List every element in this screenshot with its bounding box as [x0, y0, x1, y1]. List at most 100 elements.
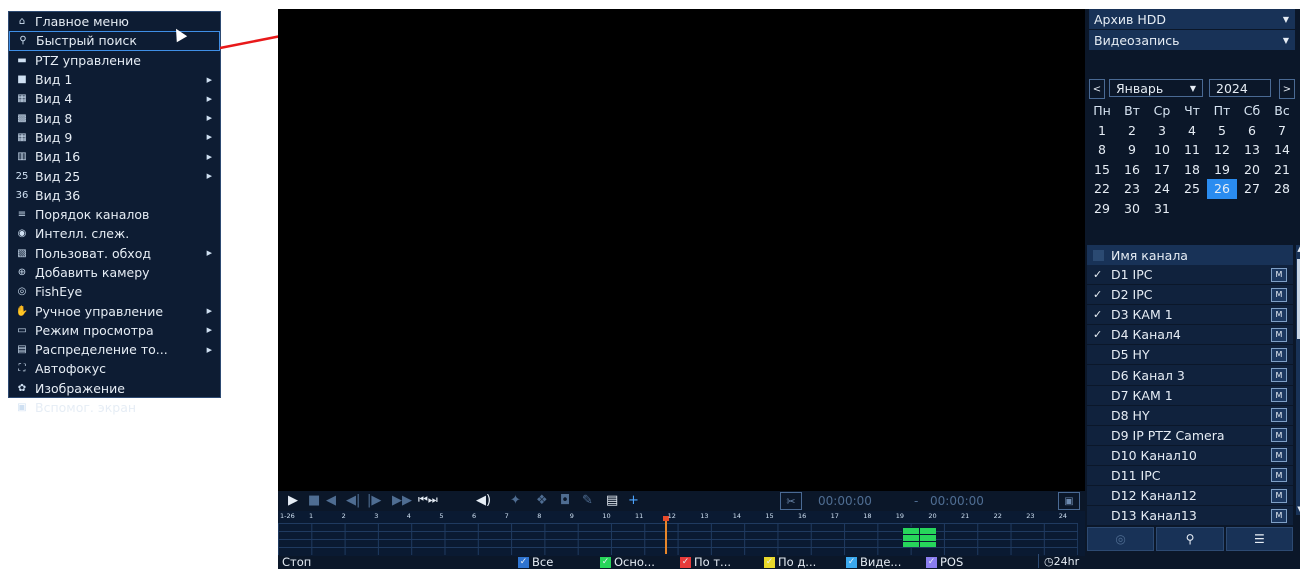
menu-item[interactable]: ▬ PTZ управление	[9, 51, 220, 70]
filter-checkbox[interactable]: ✓	[846, 556, 857, 568]
record-type-dropdown[interactable]: Видеозапись ▼	[1089, 30, 1295, 50]
scroll-down-icon[interactable]: ▼	[1296, 505, 1300, 513]
channel-row[interactable]: D13 Канал13 M	[1087, 506, 1293, 527]
menu-item[interactable]: ▩ Вид 8 ▶	[9, 108, 220, 127]
calendar-day[interactable]: 20	[1237, 160, 1267, 180]
save-icon[interactable]: ▣	[1058, 492, 1080, 510]
calendar-day-selected[interactable]: 26	[1207, 179, 1237, 199]
main-stream-badge[interactable]: M	[1271, 347, 1287, 362]
channel-row[interactable]: ✓ D4 Канал4 M	[1087, 325, 1293, 346]
search-button[interactable]: ⚲	[1156, 527, 1224, 551]
record-type-filter[interactable]: ✓ По д...	[764, 555, 816, 569]
main-stream-badge[interactable]: M	[1271, 508, 1287, 523]
calendar-day[interactable]: 21	[1267, 160, 1297, 180]
filter-checkbox[interactable]: ✓	[764, 556, 775, 568]
calendar-day[interactable]: 24	[1147, 179, 1177, 199]
calendar-day[interactable]: 11	[1177, 140, 1207, 160]
calendar-day[interactable]: 22	[1087, 179, 1117, 199]
channel-row[interactable]: D7 КАМ 1 M	[1087, 385, 1293, 406]
calendar-day[interactable]: 14	[1267, 140, 1297, 160]
play-icon[interactable]: ▶	[288, 493, 298, 508]
volume-icon[interactable]: ◀)	[476, 493, 491, 508]
channel-row[interactable]: D11 IPC M	[1087, 465, 1293, 487]
frame-step-icon[interactable]: |▶	[367, 493, 381, 508]
time-marker[interactable]	[665, 518, 667, 554]
main-stream-badge[interactable]: M	[1271, 327, 1287, 342]
channel-row[interactable]: D5 HY M	[1087, 345, 1293, 366]
channel-checkbox[interactable]: ✓	[1093, 328, 1102, 341]
pos-icon[interactable]: ▤	[606, 493, 618, 508]
snapshot-icon[interactable]: ◘	[560, 493, 570, 508]
month-dropdown[interactable]: Январь ▼	[1109, 79, 1203, 97]
slow-icon[interactable]: ◀|	[346, 493, 360, 508]
channel-row[interactable]: D6 Канал 3 M	[1087, 365, 1293, 386]
channel-checkbox[interactable]: ✓	[1093, 288, 1102, 301]
calendar-day[interactable]: 31	[1147, 199, 1177, 219]
calendar-day[interactable]: 18	[1177, 160, 1207, 180]
zoom-range-button[interactable]: ◷ 24hr	[1038, 554, 1084, 568]
main-stream-badge[interactable]: M	[1271, 287, 1287, 302]
menu-item[interactable]: ≡ Порядок каналов	[9, 205, 220, 224]
smart-play-button[interactable]: ◎	[1087, 527, 1155, 551]
menu-item[interactable]: ▤ Распределение то... ▶	[9, 340, 220, 359]
menu-item[interactable]: ✋ Ручное управление ▶	[9, 301, 220, 320]
timeline[interactable]: 1-26 1 2 3 4 5 6 7 8 9 10 11 12 13 14 15 16 17 18 19 20 21 22 2…	[278, 511, 1085, 557]
reverse-play-icon[interactable]: ◀	[326, 493, 336, 508]
calendar-day[interactable]: 1	[1087, 121, 1117, 141]
calendar-day[interactable]: 25	[1177, 179, 1207, 199]
calendar-day[interactable]: 23	[1117, 179, 1147, 199]
calendar-day[interactable]: 13	[1237, 140, 1267, 160]
filter-checkbox[interactable]: ✓	[518, 556, 529, 568]
menu-item[interactable]: ⚲ Быстрый поиск	[9, 31, 220, 51]
channel-row[interactable]: D9 IP PTZ Camera M	[1087, 425, 1293, 446]
zoom-icon[interactable]: +	[628, 493, 639, 508]
channel-row[interactable]: ✓ D1 IPC M	[1087, 265, 1293, 286]
fisheye-playback-icon[interactable]: ❖	[536, 493, 548, 508]
channel-row[interactable]: ✓ D2 IPC M	[1087, 285, 1293, 306]
tag-icon[interactable]: ✎	[582, 493, 593, 508]
main-stream-badge[interactable]: M	[1271, 267, 1287, 282]
menu-item[interactable]: ▧ Пользоват. обход ▶	[9, 244, 220, 263]
calendar-day[interactable]: 30	[1117, 199, 1147, 219]
menu-item[interactable]: 36 Вид 36	[9, 186, 220, 205]
smart-search-icon[interactable]: ✦	[510, 493, 521, 508]
main-stream-badge[interactable]: M	[1271, 307, 1287, 322]
next-month-button[interactable]: >	[1279, 79, 1295, 99]
menu-item[interactable]: ▦ Вид 4 ▶	[9, 89, 220, 108]
fast-forward-icon[interactable]: ▶▶	[392, 493, 412, 508]
record-type-filter[interactable]: ✓ POS	[926, 555, 963, 569]
scroll-up-icon[interactable]: ▲	[1296, 245, 1300, 253]
source-dropdown[interactable]: Архив HDD ▼	[1089, 9, 1295, 29]
main-stream-badge[interactable]: M	[1271, 448, 1287, 463]
record-type-filter[interactable]: ✓ По т...	[680, 555, 731, 569]
calendar-day[interactable]: 19	[1207, 160, 1237, 180]
menu-item[interactable]: ▣ Вспомог. экран	[9, 398, 220, 417]
main-stream-badge[interactable]: M	[1271, 388, 1287, 403]
calendar-day[interactable]: 29	[1087, 199, 1117, 219]
menu-item[interactable]: ■ Вид 1 ▶	[9, 70, 220, 89]
channel-row[interactable]: ✓ D3 КАМ 1 M	[1087, 305, 1293, 326]
calendar-day[interactable]: 17	[1147, 160, 1177, 180]
main-stream-badge[interactable]: M	[1271, 488, 1287, 503]
prev-month-button[interactable]: <	[1089, 79, 1105, 99]
video-area[interactable]	[278, 9, 1085, 491]
calendar-day[interactable]: 8	[1087, 140, 1117, 160]
filter-checkbox[interactable]: ✓	[926, 556, 937, 568]
calendar-day[interactable]: 5	[1207, 121, 1237, 141]
menu-item[interactable]: ◉ Интелл. слеж.	[9, 224, 220, 243]
channel-scrollbar[interactable]: ▲ ▼	[1296, 245, 1300, 515]
record-type-filter[interactable]: ✓ Виде...	[846, 555, 901, 569]
stop-icon[interactable]: ■	[308, 493, 320, 508]
calendar-day[interactable]: 28	[1267, 179, 1297, 199]
main-stream-badge[interactable]: M	[1271, 428, 1287, 443]
menu-item[interactable]: ✿ Изображение	[9, 379, 220, 398]
filter-checkbox[interactable]: ✓	[680, 556, 691, 568]
channel-checkbox[interactable]: ✓	[1093, 308, 1102, 321]
main-stream-badge[interactable]: M	[1271, 368, 1287, 383]
select-all-checkbox[interactable]	[1093, 249, 1104, 261]
year-field[interactable]: 2024	[1209, 79, 1271, 97]
menu-item[interactable]: ▭ Режим просмотра ▶	[9, 321, 220, 340]
calendar-day[interactable]: 10	[1147, 140, 1177, 160]
record-type-filter[interactable]: ✓ Все	[518, 555, 553, 569]
calendar-day[interactable]: 12	[1207, 140, 1237, 160]
